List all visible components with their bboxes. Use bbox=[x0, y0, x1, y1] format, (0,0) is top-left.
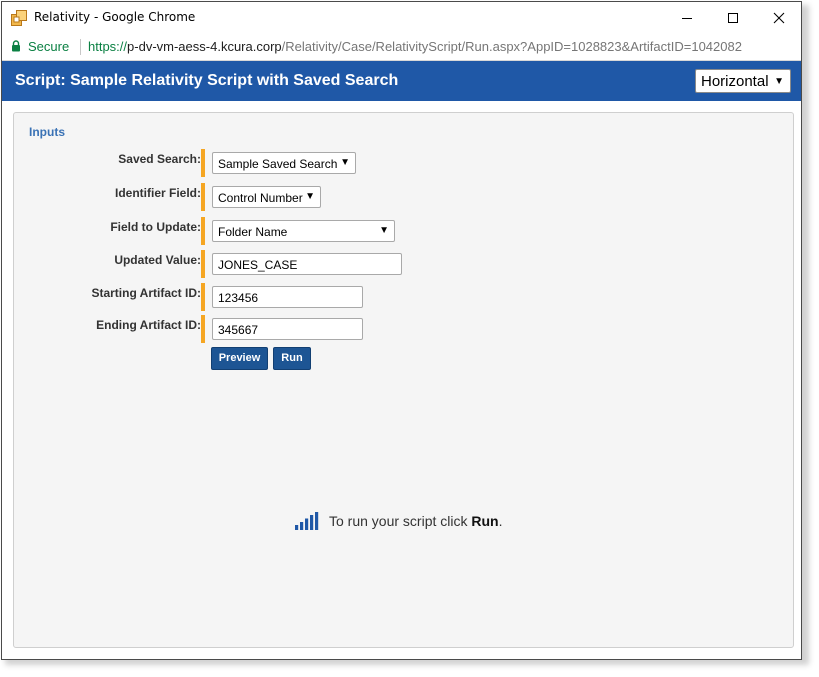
inputs-panel: Inputs Saved Search: Sample Saved Search… bbox=[13, 112, 794, 648]
required-marker bbox=[201, 149, 205, 177]
required-marker bbox=[201, 315, 205, 343]
required-marker bbox=[201, 283, 205, 311]
url-scheme: https:// bbox=[88, 39, 128, 54]
signal-bars-icon bbox=[295, 512, 319, 530]
saved-search-select[interactable]: Sample Saved Search ▼ bbox=[212, 152, 356, 174]
input-value: JONES_CASE bbox=[218, 258, 298, 272]
hint-suffix: . bbox=[498, 513, 503, 529]
field-label: Updated Value: bbox=[114, 253, 201, 267]
minimize-icon bbox=[682, 17, 692, 19]
chevron-down-icon: ▼ bbox=[305, 191, 315, 202]
starting-artifact-id-input[interactable]: 123456 bbox=[212, 286, 363, 308]
chevron-down-icon: ▼ bbox=[379, 225, 389, 236]
select-value: Sample Saved Search bbox=[218, 157, 338, 171]
field-row-starting-artifact: Starting Artifact ID: 123456 bbox=[14, 283, 793, 313]
field-label: Starting Artifact ID: bbox=[91, 286, 201, 300]
identifier-field-select[interactable]: Control Number ▼ bbox=[212, 186, 321, 208]
browser-window: Relativity - Google Chrome Secure https:… bbox=[1, 1, 802, 660]
url-text[interactable]: https://p-dv-vm-aess-4.kcura.corp/Relati… bbox=[88, 39, 742, 54]
field-to-update-select[interactable]: Folder Name ▼ bbox=[212, 220, 395, 242]
lock-icon bbox=[12, 40, 20, 52]
script-header: Script: Sample Relativity Script with Sa… bbox=[2, 61, 801, 101]
chevron-down-icon: ▼ bbox=[340, 157, 350, 168]
window-title: Relativity - Google Chrome bbox=[34, 10, 196, 24]
main-content: Inputs Saved Search: Sample Saved Search… bbox=[2, 101, 801, 659]
field-label: Field to Update: bbox=[110, 220, 201, 234]
close-button[interactable] bbox=[756, 2, 801, 33]
inputs-heading: Inputs bbox=[29, 125, 65, 139]
run-button[interactable]: Run bbox=[273, 347, 311, 370]
page-title: Script: Sample Relativity Script with Sa… bbox=[15, 72, 399, 89]
hint-run-word: Run bbox=[471, 513, 499, 529]
hint-prefix: To run your script click bbox=[329, 513, 472, 529]
select-value: Control Number bbox=[218, 191, 303, 205]
field-row-identifier: Identifier Field: Control Number ▼ bbox=[14, 183, 793, 213]
field-row-saved-search: Saved Search: Sample Saved Search ▼ bbox=[14, 149, 793, 179]
address-bar[interactable]: Secure https://p-dv-vm-aess-4.kcura.corp… bbox=[2, 33, 801, 61]
maximize-icon bbox=[728, 12, 738, 23]
layout-select[interactable]: Horizontal ▼ bbox=[695, 69, 791, 93]
field-row-field-to-update: Field to Update: Folder Name ▼ bbox=[14, 217, 793, 247]
chevron-down-icon: ▼ bbox=[774, 76, 784, 87]
required-marker bbox=[201, 250, 205, 278]
input-value: 123456 bbox=[218, 291, 259, 305]
field-label: Saved Search: bbox=[118, 152, 201, 166]
maximize-button[interactable] bbox=[710, 2, 756, 33]
url-host: p-dv-vm-aess-4.kcura.corp bbox=[127, 39, 282, 54]
select-value: Folder Name bbox=[218, 225, 288, 239]
relativity-app-icon bbox=[11, 10, 27, 26]
address-divider bbox=[80, 39, 81, 55]
field-row-ending-artifact: Ending Artifact ID: 345667 bbox=[14, 315, 793, 345]
field-label: Ending Artifact ID: bbox=[96, 318, 201, 332]
secure-label: Secure bbox=[28, 39, 70, 54]
input-value: 345667 bbox=[218, 323, 259, 337]
required-marker bbox=[201, 217, 205, 245]
required-marker bbox=[201, 183, 205, 211]
updated-value-input[interactable]: JONES_CASE bbox=[212, 253, 402, 275]
hint-text: To run your script click Run. bbox=[329, 513, 502, 529]
url-path: /Relativity/Case/RelativityScript/Run.as… bbox=[281, 39, 742, 54]
field-label: Identifier Field: bbox=[114, 186, 201, 200]
minimize-button[interactable] bbox=[664, 2, 710, 33]
field-row-updated-value: Updated Value: JONES_CASE bbox=[14, 250, 793, 280]
title-bar: Relativity - Google Chrome bbox=[2, 2, 801, 33]
preview-button[interactable]: Preview bbox=[211, 347, 268, 370]
layout-select-value: Horizontal bbox=[701, 73, 769, 90]
ending-artifact-id-input[interactable]: 345667 bbox=[212, 318, 363, 340]
close-icon bbox=[773, 12, 785, 23]
